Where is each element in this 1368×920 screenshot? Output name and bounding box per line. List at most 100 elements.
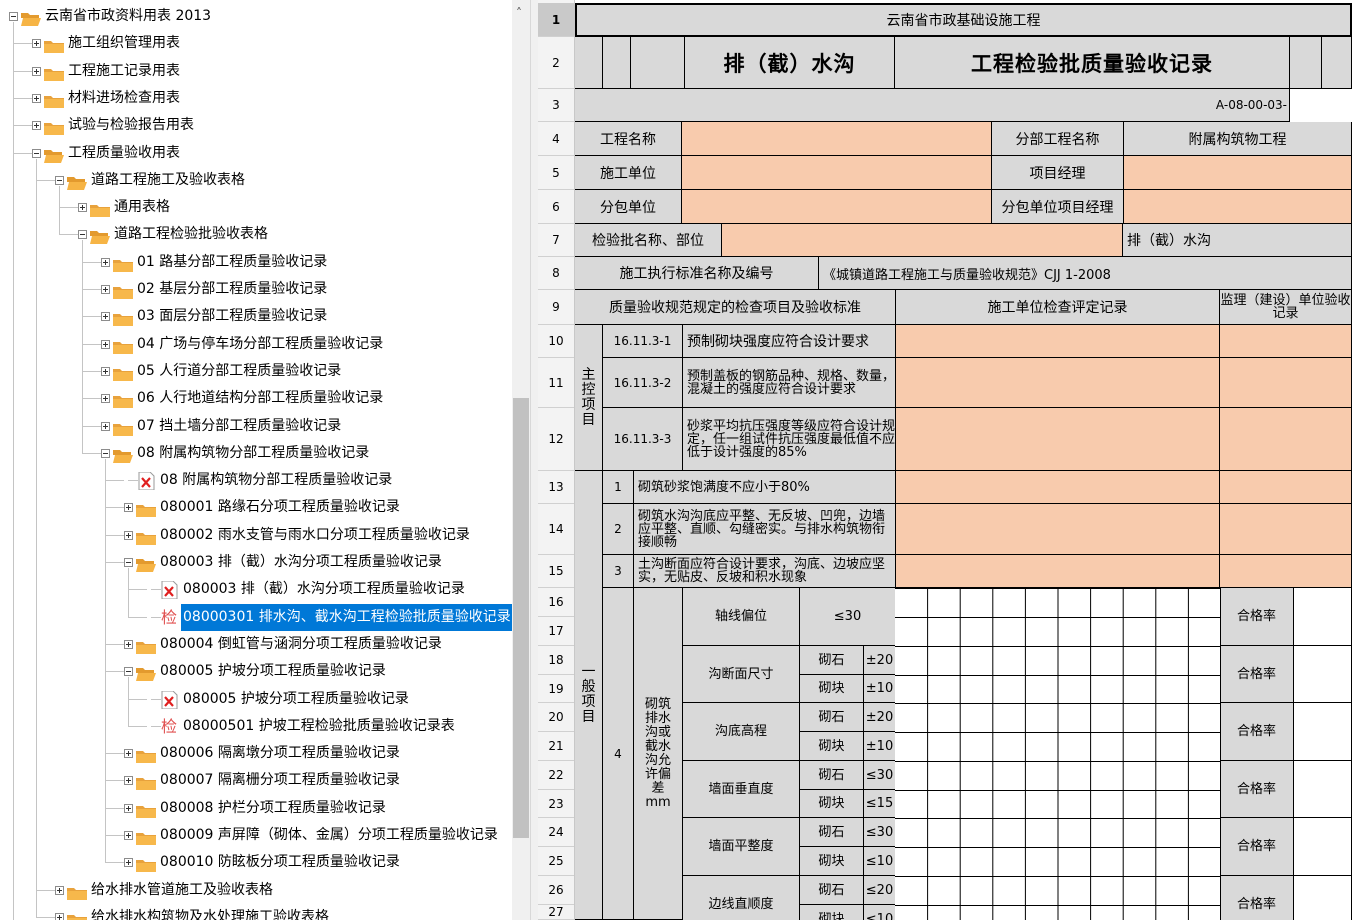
expand-icon[interactable] <box>124 749 133 759</box>
pass-rate-input[interactable] <box>1294 588 1352 646</box>
general-item-supervisor-input[interactable] <box>1220 555 1352 588</box>
row-header[interactable]: 9 <box>538 290 574 325</box>
lot-location-input[interactable] <box>722 224 1123 257</box>
header-org[interactable]: 云南省市政基础设施工程 <box>575 3 1352 37</box>
tree-item[interactable]: 试验与检验报告用表 <box>0 112 512 139</box>
row-header[interactable]: 26 <box>538 876 574 905</box>
tree-item[interactable]: 080006 隔离墩分项工程质量验收记录 <box>0 740 512 767</box>
tree-item[interactable]: 01 路基分部工程质量验收记录 <box>0 249 512 276</box>
collapse-icon[interactable] <box>124 667 133 677</box>
row-header[interactable]: 5 <box>538 156 574 190</box>
row-header[interactable]: 22 <box>538 761 574 790</box>
form-code[interactable]: A-08-00-03- <box>575 89 1290 122</box>
main-item-supervisor-input[interactable] <box>1220 408 1352 471</box>
pass-rate-input[interactable] <box>1294 818 1352 876</box>
expand-icon[interactable] <box>55 885 64 895</box>
expand-icon[interactable] <box>78 203 87 213</box>
row-header[interactable]: 6 <box>538 190 574 224</box>
blank-cell[interactable] <box>603 37 631 89</box>
tree-item[interactable]: 080003 排（截）水沟分项工程质量验收记录 <box>0 576 512 603</box>
expand-icon[interactable] <box>101 285 110 294</box>
collapse-icon[interactable] <box>78 230 87 240</box>
general-item-check-input[interactable] <box>896 471 1220 504</box>
tree-item[interactable]: 080005 护坡分项工程质量验收记录 <box>0 658 512 685</box>
tree-item[interactable]: 给水排水管道施工及验收表格 <box>0 877 512 904</box>
tree-item[interactable]: 080005 护坡分项工程质量验收记录 <box>0 686 512 713</box>
row-header[interactable]: 14 <box>538 504 574 555</box>
row-header[interactable]: 27 <box>538 905 574 920</box>
blank-cell[interactable] <box>1290 89 1352 122</box>
collapse-icon[interactable] <box>124 558 133 567</box>
tree-item[interactable]: 检 08000301 排水沟、截水沟工程检验批质量验收记录 <box>0 603 512 631</box>
division-value[interactable]: 附属构筑物工程 <box>1124 122 1352 156</box>
expand-icon[interactable] <box>124 831 133 840</box>
expand-icon[interactable] <box>124 503 133 513</box>
row-header[interactable]: 11 <box>538 358 574 408</box>
collapse-icon[interactable] <box>32 148 41 158</box>
expand-icon[interactable] <box>101 339 110 349</box>
expand-icon[interactable] <box>32 93 41 103</box>
tree-item[interactable]: 080007 隔离栅分项工程质量验收记录 <box>0 767 512 794</box>
tree-item[interactable]: 通用表格 <box>0 194 512 221</box>
row-header[interactable]: 1 <box>538 3 574 37</box>
tree-item[interactable]: 080008 护栏分项工程质量验收记录 <box>0 795 512 822</box>
tree-item[interactable]: 07 挡土墙分部工程质量验收记录 <box>0 413 512 440</box>
expand-icon[interactable] <box>124 858 133 868</box>
row-header[interactable]: 21 <box>538 732 574 761</box>
collapse-icon[interactable] <box>101 448 110 458</box>
pass-rate-input[interactable] <box>1294 703 1352 761</box>
tree-item[interactable]: 材料进场检查用表 <box>0 85 512 112</box>
scrollbar-thumb[interactable] <box>513 398 529 838</box>
main-item-check-input[interactable] <box>896 408 1220 471</box>
expand-icon[interactable] <box>101 394 110 404</box>
tree-item[interactable]: 05 人行道分部工程质量验收记录 <box>0 358 512 385</box>
main-item-check-input[interactable] <box>896 358 1220 408</box>
blank-cell[interactable] <box>631 37 685 89</box>
expand-icon[interactable] <box>124 803 133 813</box>
main-item-supervisor-input[interactable] <box>1220 325 1352 358</box>
tree-item[interactable]: 04 广场与停车场分部工程质量验收记录 <box>0 331 512 358</box>
row-header[interactable]: 3 <box>538 89 574 122</box>
row-header[interactable]: 25 <box>538 847 574 876</box>
tree-item[interactable]: 03 面层分部工程质量验收记录 <box>0 303 512 330</box>
expand-icon[interactable] <box>32 66 41 76</box>
tree-item[interactable]: 080003 排（截）水沟分项工程质量验收记录 <box>0 549 512 576</box>
general-item-check-input[interactable] <box>896 504 1220 555</box>
title-right[interactable]: 工程检验批质量验收记录 <box>895 37 1290 89</box>
title-left[interactable]: 排（截）水沟 <box>685 37 895 89</box>
general-item-supervisor-input[interactable] <box>1220 504 1352 555</box>
row-header[interactable]: 23 <box>538 790 574 818</box>
tree-item[interactable]: 06 人行地道结构分部工程质量验收记录 <box>0 385 512 412</box>
lot-value[interactable]: 排（截）水沟 <box>1123 224 1352 257</box>
contractor-input[interactable] <box>682 156 992 190</box>
expand-icon[interactable] <box>124 530 133 540</box>
expand-icon[interactable] <box>32 39 41 49</box>
tree-item[interactable]: 施工组织管理用表 <box>0 30 512 57</box>
file-tree[interactable]: 云南省市政资料用表 2013 施工组织管理用表 工程施工记录用表 材料进场检查用表 试验… <box>0 0 512 920</box>
sub-pm-input[interactable] <box>1124 190 1352 224</box>
expand-icon[interactable] <box>101 366 110 376</box>
expand-icon[interactable] <box>101 312 110 322</box>
row-header[interactable]: 12 <box>538 408 574 471</box>
standard-value[interactable]: 《城镇道路工程施工与质量验收规范》CJJ 1-2008 <box>819 257 1352 290</box>
tree-item[interactable]: 给水排水构筑物及水处理施工验收表格 <box>0 904 512 920</box>
row-header[interactable]: 18 <box>538 646 574 675</box>
tree-item[interactable]: 080001 路缘石分项工程质量验收记录 <box>0 494 512 521</box>
pass-rate-input[interactable] <box>1294 646 1352 703</box>
row-header[interactable]: 4 <box>538 122 574 156</box>
row-header[interactable]: 10 <box>538 325 574 358</box>
blank-cell[interactable] <box>1290 37 1322 89</box>
tree-item[interactable]: 工程质量验收用表 <box>0 140 512 167</box>
row-header[interactable]: 13 <box>538 471 574 504</box>
pass-rate-input[interactable] <box>1294 876 1352 920</box>
row-header[interactable]: 7 <box>538 224 574 257</box>
expand-icon[interactable] <box>55 912 64 920</box>
tree-item[interactable]: 检 08000501 护坡工程检验批质量验收记录表 <box>0 713 512 740</box>
row-header[interactable]: 2 <box>538 37 574 89</box>
row-header[interactable]: 16 <box>538 588 574 617</box>
tree-item[interactable]: 080009 声屏障（砌体、金属）分项工程质量验收记录 <box>0 822 512 849</box>
main-item-check-input[interactable] <box>896 325 1220 358</box>
expand-icon[interactable] <box>124 776 133 786</box>
tree-item[interactable]: 02 基层分部工程质量验收记录 <box>0 276 512 303</box>
pm-input[interactable] <box>1124 156 1352 190</box>
